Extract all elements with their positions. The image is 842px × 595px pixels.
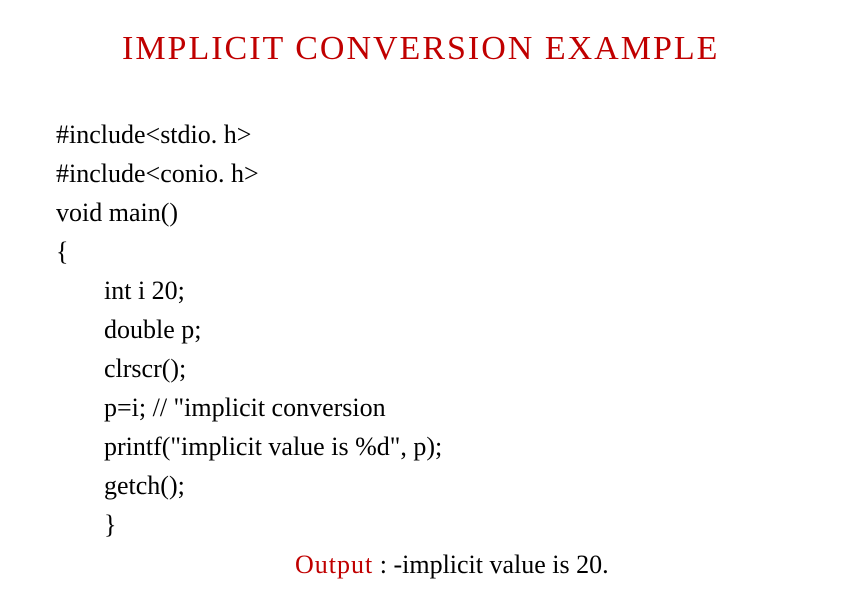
code-line-2: #include<conio. h> (56, 154, 442, 193)
code-line-3: void main() (56, 193, 442, 232)
code-line-11: } (56, 505, 442, 544)
code-line-8: p=i; // "implicit conversion (56, 388, 442, 427)
code-line-6: double p; (56, 310, 442, 349)
code-line-1: #include<stdio. h> (56, 115, 442, 154)
output-label: Output (295, 550, 373, 579)
code-line-5: int i 20; (56, 271, 442, 310)
code-line-10: getch(); (56, 466, 442, 505)
code-block: #include<stdio. h> #include<conio. h> vo… (56, 115, 442, 544)
output-line: Output : -implicit value is 20. (295, 550, 609, 580)
slide-title: IMPLICIT CONVERSION EXAMPLE (122, 30, 719, 68)
output-text: : -implicit value is 20. (373, 550, 608, 579)
code-line-9: printf("implicit value is %d", p); (56, 427, 442, 466)
code-line-4: { (56, 232, 442, 271)
code-line-7: clrscr(); (56, 349, 442, 388)
